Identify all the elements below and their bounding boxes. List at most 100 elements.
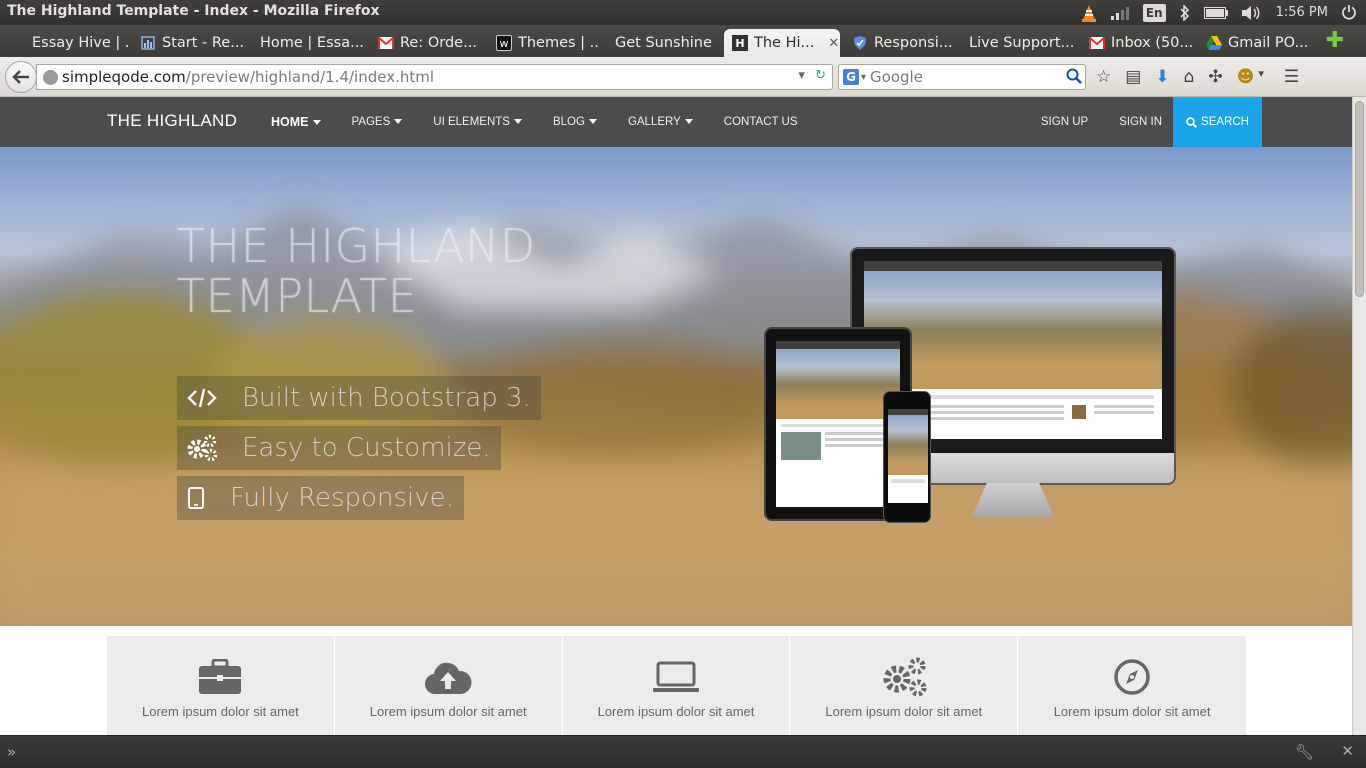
drive-icon <box>1206 35 1222 51</box>
search-engine-icon[interactable]: G <box>843 69 859 85</box>
tab-label: Inbox (50... <box>1111 35 1193 51</box>
dropdown-arrow-icon[interactable]: ▾ <box>798 68 805 83</box>
back-arrow-icon <box>12 70 29 84</box>
search-bar[interactable]: G ▾ Google <box>838 64 1086 90</box>
close-icon[interactable]: ✕ <box>828 36 839 51</box>
home-icon[interactable]: ⌂ <box>1184 67 1195 87</box>
menu-label: HOME <box>271 115 309 129</box>
downloads-icon[interactable]: ⬇ <box>1155 67 1169 87</box>
tab-label: The Hi... <box>754 35 815 51</box>
bluetooth-icon[interactable] <box>1180 4 1190 22</box>
window-titlebar: The Highland Template - Index - Mozilla … <box>0 0 1366 25</box>
gears-icon <box>177 426 227 470</box>
search-icon <box>1186 116 1198 128</box>
site-search-button[interactable]: SEARCH <box>1173 97 1262 147</box>
menu-item-gallery[interactable]: GALLERY <box>628 116 693 128</box>
feature-box: Lorem ipsum dolor sit amet <box>1018 636 1246 735</box>
addon-dropdown-icon[interactable]: ▾ <box>1258 67 1264 87</box>
search-button-label: SEARCH <box>1201 116 1249 128</box>
signal-icon[interactable] <box>1110 4 1129 22</box>
caret-down-icon <box>394 119 403 125</box>
feature-box: Lorem ipsum dolor sit amet <box>562 636 791 735</box>
iphone-mockup <box>883 391 931 523</box>
feature-box-text: Lorem ipsum dolor sit amet <box>825 704 983 719</box>
feature-text: Easy to Customize. <box>242 433 491 463</box>
greasemonkey-icon[interactable]: ☻ <box>1237 67 1255 87</box>
reload-icon[interactable]: ↻ <box>815 68 826 83</box>
feature-box-text: Lorem ipsum dolor sit amet <box>597 704 755 719</box>
menu-item-home[interactable]: HOME <box>271 115 321 129</box>
hero-banner: THE HIGHLAND TEMPLATE Built with Bootstr… <box>0 147 1352 626</box>
tab-start[interactable]: Start - Re... <box>140 29 250 57</box>
page-scrollbar[interactable] <box>1352 97 1366 735</box>
shield-icon <box>852 35 868 51</box>
tab-label: Start - Re... <box>162 35 245 51</box>
tab-label: Themes | ... <box>518 35 600 51</box>
addon-icon[interactable]: ✣ <box>1208 67 1222 87</box>
tab-get-sunshine[interactable]: Get Sunshine <box>615 29 715 57</box>
vlc-icon[interactable] <box>1081 4 1097 22</box>
menu-item-contact-us[interactable]: CONTACT US <box>724 116 798 128</box>
new-tab-plus-icon[interactable]: ✚ <box>1326 30 1344 52</box>
feature-boxes: Lorem ipsum dolor sit amet Lorem ipsum d… <box>107 636 1246 735</box>
feature-box: Lorem ipsum dolor sit amet <box>790 636 1019 735</box>
briefcase-icon <box>198 656 242 698</box>
address-bar[interactable]: simpleqode.com/preview/highland/1.4/inde… <box>36 64 833 90</box>
menu-item-ui-elements[interactable]: UI ELEMENTS <box>433 116 522 128</box>
web-page: THE HIGHLAND HOME PAGES UI ELEMENTS BLOG… <box>0 97 1352 735</box>
hero-feature-bootstrap: Built with Bootstrap 3. <box>177 376 541 420</box>
menu-label: UI ELEMENTS <box>433 116 510 128</box>
tab-essay-hive[interactable]: Essay Hive | ... <box>10 29 130 57</box>
laptop-icon <box>652 656 700 698</box>
caret-down-icon <box>684 119 693 125</box>
tab-inbox[interactable]: Inbox (50... <box>1089 29 1193 57</box>
browser-navbar: simpleqode.com/preview/highland/1.4/inde… <box>0 57 1366 97</box>
close-icon[interactable]: ✕ <box>1341 742 1354 760</box>
iphone-screen <box>888 409 928 503</box>
caret-down-icon <box>312 120 321 126</box>
scrollbar-thumb[interactable] <box>1355 101 1364 297</box>
site-menu: HOME PAGES UI ELEMENTS BLOG GALLERY CONT… <box>271 97 829 147</box>
tab-label: Gmail PO... <box>1228 35 1309 51</box>
auth-links: SIGN UP SIGN IN <box>1010 97 1162 147</box>
tab-live-support[interactable]: Live Support... <box>969 29 1075 57</box>
window-title: The Highland Template - Index - Mozilla … <box>7 3 380 19</box>
feature-box: Lorem ipsum dolor sit amet <box>334 636 563 735</box>
hero-title-line2: TEMPLATE <box>177 269 418 323</box>
hero-feature-responsive: Fully Responsive. <box>177 476 464 520</box>
tab-re-order[interactable]: Re: Orde... <box>378 29 480 57</box>
feature-box-text: Lorem ipsum dolor sit amet <box>369 704 527 719</box>
volume-icon[interactable] <box>1241 4 1262 22</box>
wrench-icon[interactable]: 🔧︎ <box>1295 743 1314 761</box>
battery-icon[interactable] <box>1203 4 1228 22</box>
hero-feature-customize: Easy to Customize. <box>177 426 501 470</box>
tab-the-highland[interactable]: H The Hi... ✕ <box>724 29 840 57</box>
hero-title: THE HIGHLAND TEMPLATE <box>177 221 536 321</box>
tab-themes[interactable]: w Themes | ... <box>496 29 600 57</box>
tab-home-essa[interactable]: Home | Essa... <box>260 29 368 57</box>
menu-item-blog[interactable]: BLOG <box>553 116 597 128</box>
feature-text: Fully Responsive. <box>230 483 454 513</box>
sign-up-link[interactable]: SIGN UP <box>1041 116 1088 128</box>
menu-label: PAGES <box>351 116 391 128</box>
sign-in-link[interactable]: SIGN IN <box>1119 116 1162 128</box>
bookmark-star-icon[interactable]: ☆ <box>1096 67 1111 87</box>
tab-strip: Essay Hive | ... Start - Re... Home | Es… <box>0 25 1366 57</box>
tab-gmail-po[interactable]: Gmail PO... <box>1206 29 1310 57</box>
site-navbar: THE HIGHLAND HOME PAGES UI ELEMENTS BLOG… <box>0 97 1352 147</box>
search-icon[interactable] <box>1066 68 1082 88</box>
power-icon[interactable] <box>1341 4 1357 24</box>
bookmarks-list-icon[interactable]: ▤ <box>1125 67 1141 87</box>
back-button[interactable] <box>5 61 37 93</box>
clock[interactable]: 1:56 PM <box>1276 4 1328 22</box>
menu-icon[interactable]: ☰ <box>1284 67 1299 87</box>
keyboard-language-indicator[interactable]: En <box>1142 3 1166 22</box>
site-brand[interactable]: THE HIGHLAND <box>107 111 237 131</box>
menu-label: BLOG <box>552 116 585 128</box>
system-tray: En 1:56 PM <box>1081 0 1366 25</box>
search-engine-dropdown-icon[interactable]: ▾ <box>861 72 866 83</box>
expand-chevrons-icon[interactable]: » <box>7 743 16 761</box>
menu-item-pages[interactable]: PAGES <box>352 116 403 128</box>
tab-responsive[interactable]: Responsi... <box>852 29 956 57</box>
tab-label: Live Support... <box>969 35 1075 51</box>
